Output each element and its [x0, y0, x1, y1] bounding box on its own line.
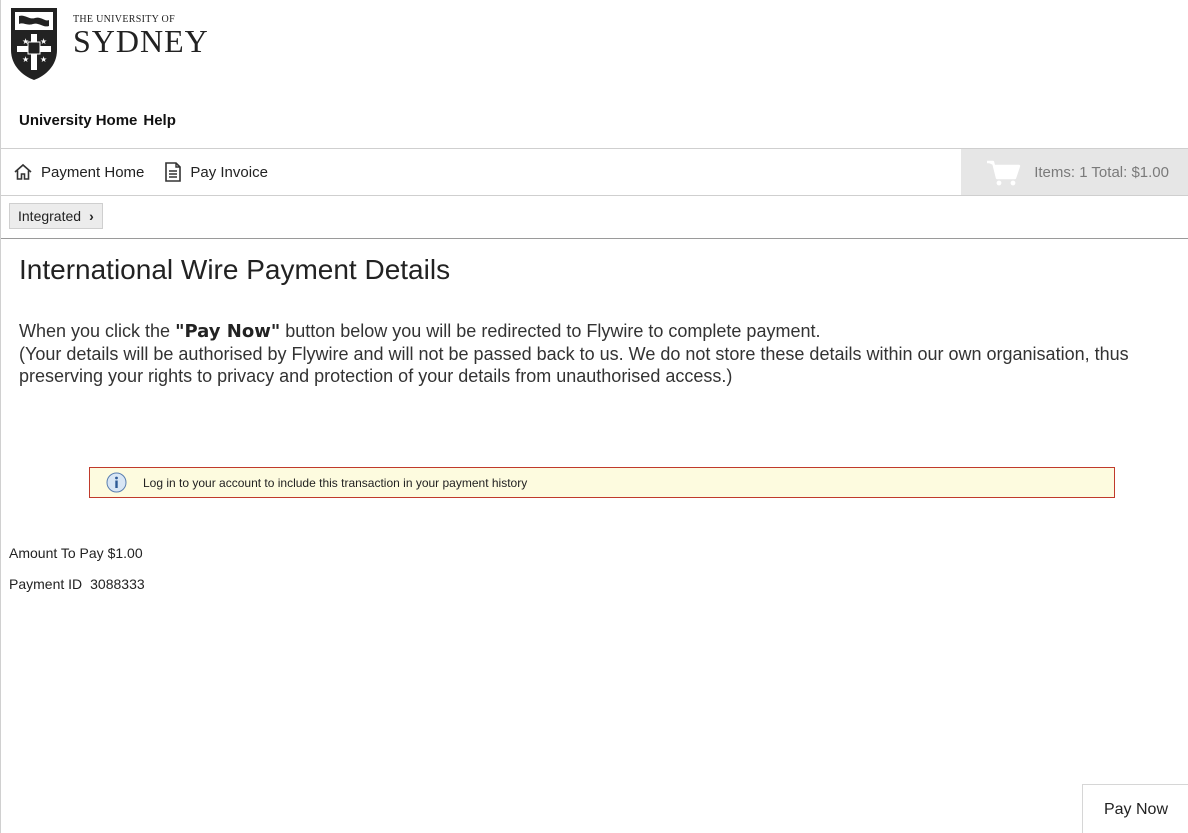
- svg-text:★: ★: [22, 55, 29, 64]
- cart-icon: [987, 160, 1021, 186]
- payment-home-label: Payment Home: [41, 163, 145, 181]
- cart-summary[interactable]: Items: 1 Total: $1.00: [961, 149, 1188, 195]
- payment-id: Payment ID 3088333: [9, 576, 145, 592]
- university-logo[interactable]: ★ ★ ★ ★ THE UNIVERSITY OF SYDNEY: [9, 6, 209, 82]
- intro-bold: "Pay Now": [175, 321, 281, 342]
- payment-id-value: 3088333: [90, 576, 145, 592]
- amount-to-pay: Amount To Pay $1.00: [9, 545, 143, 561]
- svg-text:★: ★: [40, 55, 47, 64]
- university-home-link[interactable]: University Home: [19, 112, 137, 129]
- payment-home-link[interactable]: Payment Home: [13, 162, 144, 182]
- cart-summary-text: Items: 1 Total: $1.00: [1034, 163, 1169, 181]
- breadcrumb: Integrated ›: [1, 197, 1188, 239]
- home-icon: [14, 163, 32, 180]
- header: ★ ★ ★ ★ THE UNIVERSITY OF SYDNEY: [1, 0, 1188, 98]
- info-icon: [106, 472, 127, 493]
- logo-line2: SYDNEY: [73, 23, 209, 59]
- payment-id-label: Payment ID: [9, 576, 83, 592]
- page: ★ ★ ★ ★ THE UNIVERSITY OF SYDNEY Univers…: [0, 0, 1188, 833]
- page-title: International Wire Payment Details: [19, 254, 451, 285]
- breadcrumb-label: Integrated: [18, 208, 82, 224]
- notice-text: Log in to your account to include this t…: [143, 475, 528, 490]
- sub-nav: Payment Home Pay Invoice Items: 1 Total:…: [1, 148, 1188, 196]
- crest-icon: ★ ★ ★ ★: [11, 8, 57, 80]
- chevron-right-icon: ›: [89, 208, 94, 224]
- help-link[interactable]: Help: [143, 112, 176, 129]
- pay-now-button[interactable]: Pay Now: [1082, 784, 1188, 833]
- intro-text: When you click the "Pay Now" button belo…: [19, 320, 1179, 387]
- document-icon: [165, 162, 182, 182]
- pay-invoice-label: Pay Invoice: [190, 163, 268, 181]
- logo-text: THE UNIVERSITY OF SYDNEY: [73, 14, 209, 59]
- pay-invoice-link[interactable]: Pay Invoice: [164, 161, 268, 183]
- svg-text:★: ★: [40, 37, 47, 46]
- intro-line2: (Your details will be authorised by Flyw…: [19, 344, 1129, 386]
- breadcrumb-item-integrated[interactable]: Integrated ›: [9, 203, 103, 229]
- intro-pre: When you click the: [19, 321, 176, 341]
- top-nav: University Home Help: [1, 100, 182, 140]
- login-notice: Log in to your account to include this t…: [89, 467, 1115, 498]
- intro-post: button below you will be redirected to F…: [280, 321, 821, 341]
